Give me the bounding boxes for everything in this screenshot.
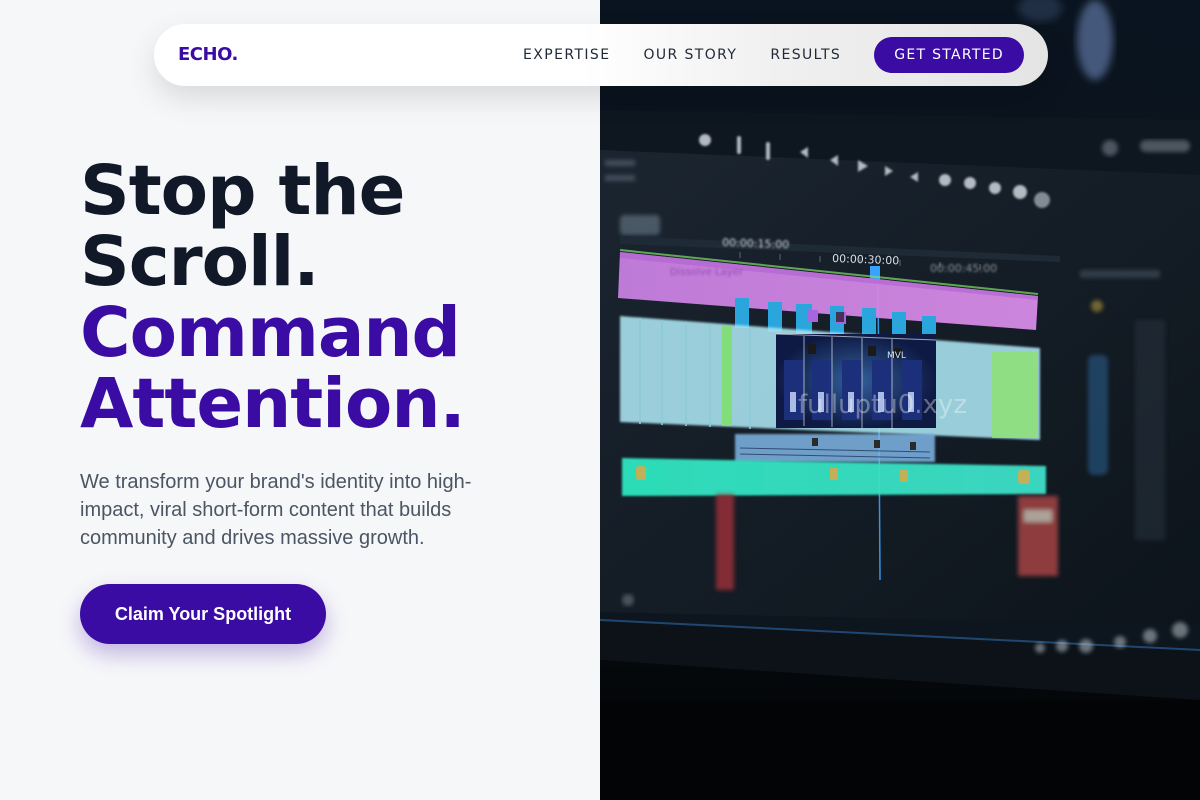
nav-link-results[interactable]: RESULTS [770, 47, 841, 63]
nav-links: EXPERTISE OUR STORY RESULTS GET STARTED [523, 37, 1024, 73]
top-navbar: ECHO. EXPERTISE OUR STORY RESULTS GET ST… [154, 24, 1048, 86]
claim-spotlight-button[interactable]: Claim Your Spotlight [80, 584, 326, 644]
hero-image: 00:00:15:00 00:00:30:00 00:00:45:00 Diss… [600, 0, 1200, 800]
nav-link-expertise[interactable]: EXPERTISE [523, 47, 610, 63]
hero-headline: Stop the Scroll. Command Attention. [80, 151, 466, 444]
logo[interactable]: ECHO. [178, 44, 238, 65]
nav-link-our-story[interactable]: OUR STORY [643, 47, 737, 63]
timecode-2: 00:00:30:00 [832, 252, 900, 267]
hero-subtext: We transform your brand's identity into … [80, 471, 472, 549]
clip-label: MVL [887, 351, 906, 361]
timecode-1: 00:00:15:00 [722, 236, 790, 251]
watermark-text: fulluptu0.xyz [798, 390, 967, 420]
headline-line-3: Command [80, 293, 461, 373]
landing-page: Stop the Scroll. Command Attention. We t… [0, 0, 1200, 800]
video-editor-photo: 00:00:15:00 00:00:30:00 00:00:45:00 Diss… [600, 0, 1200, 800]
svg-text:Dissolve Layer: Dissolve Layer [670, 267, 744, 278]
headline-line-4: Attention. [80, 364, 466, 444]
headline-line-1: Stop the [80, 151, 405, 231]
hero-section: Stop the Scroll. Command Attention. We t… [0, 0, 600, 800]
get-started-button[interactable]: GET STARTED [874, 37, 1024, 73]
headline-line-2: Scroll. [80, 222, 320, 302]
